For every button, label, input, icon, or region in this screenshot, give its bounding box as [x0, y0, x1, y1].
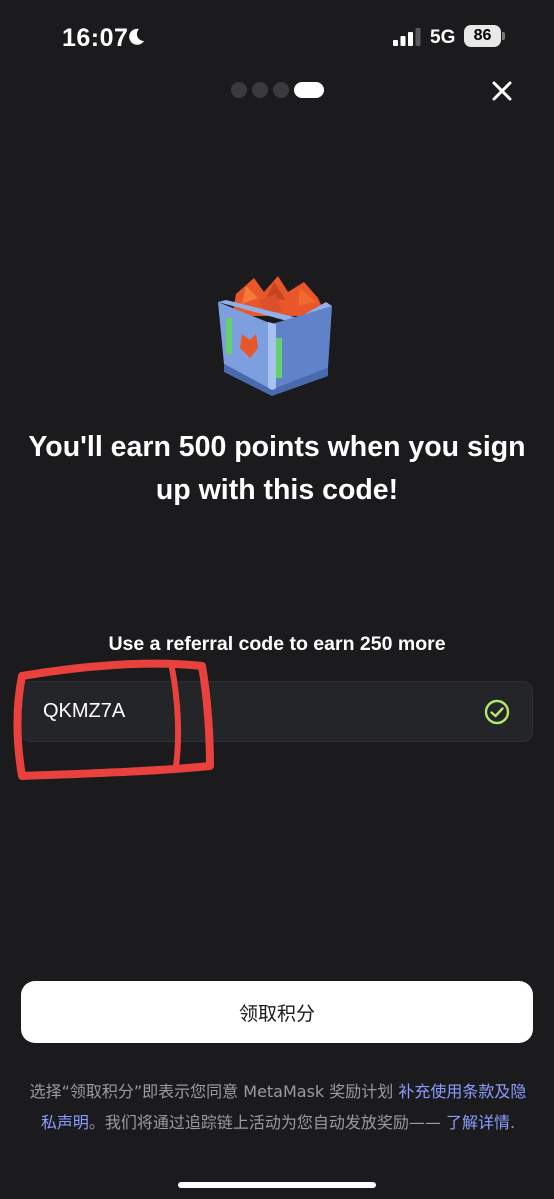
- pager-dot-active: [294, 82, 324, 98]
- network-type: 5G: [430, 27, 456, 48]
- status-bar: 16:07 5G 86: [0, 0, 554, 76]
- referral-code-input[interactable]: [43, 682, 443, 741]
- pager-dot: [252, 82, 268, 98]
- close-icon[interactable]: [486, 75, 518, 107]
- referral-code-field[interactable]: [20, 681, 533, 742]
- referral-label: Use a referral code to earn 250 more: [108, 633, 446, 655]
- onboarding-pager: [231, 82, 324, 98]
- terms-disclaimer: 选择“领取积分”即表示您同意 MetaMask 奖励计划 补充使用条款及隐私声明…: [22, 1076, 534, 1138]
- battery-level: 86: [464, 25, 501, 47]
- battery-icon: 86: [464, 25, 505, 47]
- battery-cap: [502, 32, 505, 40]
- disclaimer-middle: 。我们将通过追踪链上活动为您自动发放奖励——: [88, 1113, 446, 1132]
- pager-dot: [231, 82, 247, 98]
- disclaimer-prefix: 选择“领取积分”即表示您同意 MetaMask 奖励计划: [29, 1082, 399, 1101]
- check-circle-icon: [484, 699, 510, 725]
- disclaimer-suffix: .: [510, 1113, 516, 1132]
- status-time: 16:07: [62, 24, 129, 52]
- pager-dot: [273, 82, 289, 98]
- moon-icon: [129, 28, 144, 45]
- claim-points-button[interactable]: 领取积分: [21, 981, 533, 1043]
- cellular-signal-icon: [393, 28, 421, 46]
- learn-more-link[interactable]: 了解详情: [446, 1113, 510, 1132]
- headline: You'll earn 500 points when you sign up …: [28, 431, 526, 506]
- home-indicator: [178, 1182, 376, 1188]
- rewards-box-illustration: [218, 276, 332, 396]
